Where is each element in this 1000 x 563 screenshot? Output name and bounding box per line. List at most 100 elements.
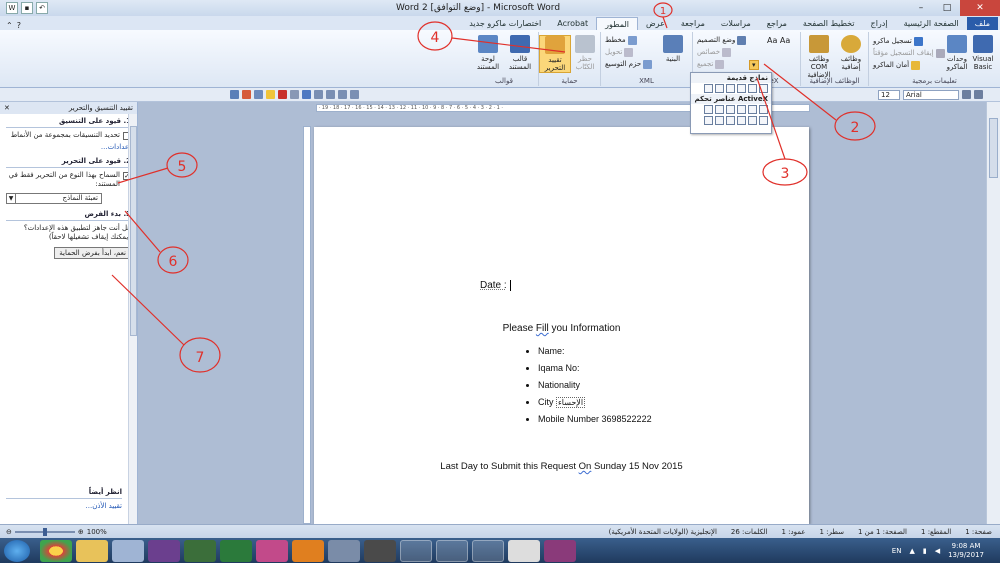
zoom-slider[interactable] [14,527,75,536]
tab-page-layout[interactable]: تخطيط الصفحة [795,17,863,30]
undo-icon[interactable]: ↶ [36,2,48,14]
formatting-settings-link[interactable]: إعدادات... [6,143,131,151]
document-template-button[interactable]: قالب المستند [504,35,536,71]
transform-button[interactable]: تحويل [605,47,634,57]
shape-icon[interactable] [302,90,311,99]
tab-macro-shortcuts[interactable]: اختصارات ماكرو جديد [461,17,549,30]
start-button[interactable] [4,539,30,562]
activex-list-icon[interactable] [715,105,724,114]
excel-icon[interactable] [220,539,252,562]
tab-home[interactable]: الصفحة الرئيسية [896,17,967,30]
help-icon[interactable]: ? [17,21,21,30]
bold-icon[interactable] [962,90,971,99]
collapse-ribbon-icon[interactable]: ⌃ [6,21,13,30]
macros-button[interactable]: وحدات الماكرو [941,35,973,71]
legacy-reset-icon[interactable] [704,84,713,93]
zoom-in-icon[interactable]: ⊕ [78,528,84,536]
activex-label-icon[interactable] [726,116,735,125]
activex-option-icon[interactable] [726,105,735,114]
media-player-icon[interactable] [292,539,324,562]
tray-arrow-icon[interactable]: ▲ [909,547,914,555]
addins-button[interactable]: وظائف إضافية [835,35,867,71]
legacy-text-field-icon[interactable] [759,84,768,93]
bullets-icon[interactable] [338,90,347,99]
word-app-icon[interactable]: W [6,2,18,14]
activex-combo-icon[interactable] [704,105,713,114]
tab-developer[interactable]: المطور [596,17,638,30]
activex-scroll-icon[interactable] [737,116,746,125]
java-icon[interactable] [508,539,540,562]
outlook-icon[interactable] [400,539,432,562]
chart-icon[interactable] [242,90,251,99]
activex-button-icon[interactable] [737,105,746,114]
tab-acrobat[interactable]: Acrobat [549,17,596,30]
document-panel-button[interactable]: لوحة المستند [472,35,504,71]
editing-type-dropdown[interactable]: ▼ تعبئة النماذج [6,193,131,204]
app-icon[interactable] [184,539,216,562]
status-column[interactable]: عمود: 1 [781,528,805,536]
activex-more-icon[interactable] [704,116,713,125]
status-words[interactable]: الكلمات: 26 [731,528,768,536]
archive-icon[interactable] [544,539,576,562]
status-page-of[interactable]: الصفحة: 1 من 1 [858,528,907,536]
vertical-ruler[interactable] [303,126,311,524]
clock[interactable]: 9:08 AM 13/9/2017 [948,542,984,560]
activex-image-icon[interactable] [715,116,724,125]
internet-explorer-icon[interactable] [436,539,468,562]
winrar-icon[interactable] [148,539,180,562]
document-page[interactable]: Date : Please Fill you Information Name:… [314,127,809,524]
zoom-level[interactable]: 100% [87,528,107,536]
tab-view[interactable]: عرض [638,17,673,30]
chrome-icon[interactable] [40,539,72,562]
tab-references[interactable]: مراجع [759,17,795,30]
legacy-tools-button[interactable]: ▾ [749,60,759,70]
status-page[interactable]: صفحة: 1 [965,528,992,536]
legacy-checkbox-icon[interactable] [748,84,757,93]
font-color-icon[interactable] [278,90,287,99]
snipping-icon[interactable] [256,539,288,562]
minimize-button[interactable]: – [908,0,934,16]
block-authors-button[interactable]: حظر الكتّاب [569,35,601,71]
com-addins-button[interactable]: وظائف COM الإضافية [803,35,835,79]
start-enforcing-button[interactable]: نعم، ابدأ بفرض الحماية [54,247,131,259]
text-control-aa-icon[interactable]: Aa Aa [767,35,790,45]
explorer-icon[interactable] [76,539,108,562]
border-icon[interactable] [290,90,299,99]
font-size-box[interactable]: 12 [878,89,900,100]
document-scroll-thumb[interactable] [989,118,998,178]
safari-icon[interactable] [328,539,360,562]
font-name-box[interactable]: Arial [903,89,959,100]
pause-recording-button[interactable]: إيقاف التسجيل مؤقتاً [873,48,945,58]
indent-icon[interactable] [326,90,335,99]
italic-icon[interactable] [974,90,983,99]
activex-spin-icon[interactable] [748,116,757,125]
chevron-down-icon[interactable]: ▼ [6,193,16,204]
design-mode-button[interactable]: وضع التصميم [697,35,747,45]
pane-scroll-thumb[interactable] [130,126,137,336]
macro-security-button[interactable]: أمان الماكرو [873,60,921,70]
status-line[interactable]: سطر: 1 [819,528,844,536]
activex-checkbox-icon[interactable] [759,105,768,114]
record-macro-button[interactable]: تسجيل ماكرو [873,36,923,46]
zoom-out-icon[interactable]: ⊖ [6,528,12,536]
network-icon[interactable]: ▮ [923,547,927,555]
zoom-control[interactable]: ⊖ ⊕ 100% [0,527,107,536]
pane-close-button[interactable]: ✕ [4,104,10,112]
status-language[interactable]: الإنجليزية (الولايات المتحدة الأمريكية) [609,528,717,536]
table-icon[interactable] [254,90,263,99]
restrict-editing-button[interactable]: تقييد التحرير [539,35,571,73]
limit-formatting-checkbox[interactable]: تحديد التنسيقات بمجموعة من الأنماط [6,131,131,140]
volume-icon[interactable]: ◀ [935,547,940,555]
sort-icon[interactable] [230,90,239,99]
tab-file[interactable]: ملف [966,17,998,30]
close-button[interactable]: ✕ [960,0,1000,16]
save-icon[interactable]: ▪ [21,2,33,14]
city-dropdown-field[interactable]: الإحساء [556,397,586,408]
pane-scrollbar[interactable] [128,114,137,524]
allow-editing-checkbox[interactable]: ✓ السماح بهذا النوع من التحرير فقط في ال… [6,171,131,189]
tab-insert[interactable]: إدراج [863,17,896,30]
legacy-frame-icon[interactable] [726,84,735,93]
calculator-icon[interactable] [112,539,144,562]
tab-mailings[interactable]: مراسلات [713,17,759,30]
legacy-shading-icon[interactable] [715,84,724,93]
